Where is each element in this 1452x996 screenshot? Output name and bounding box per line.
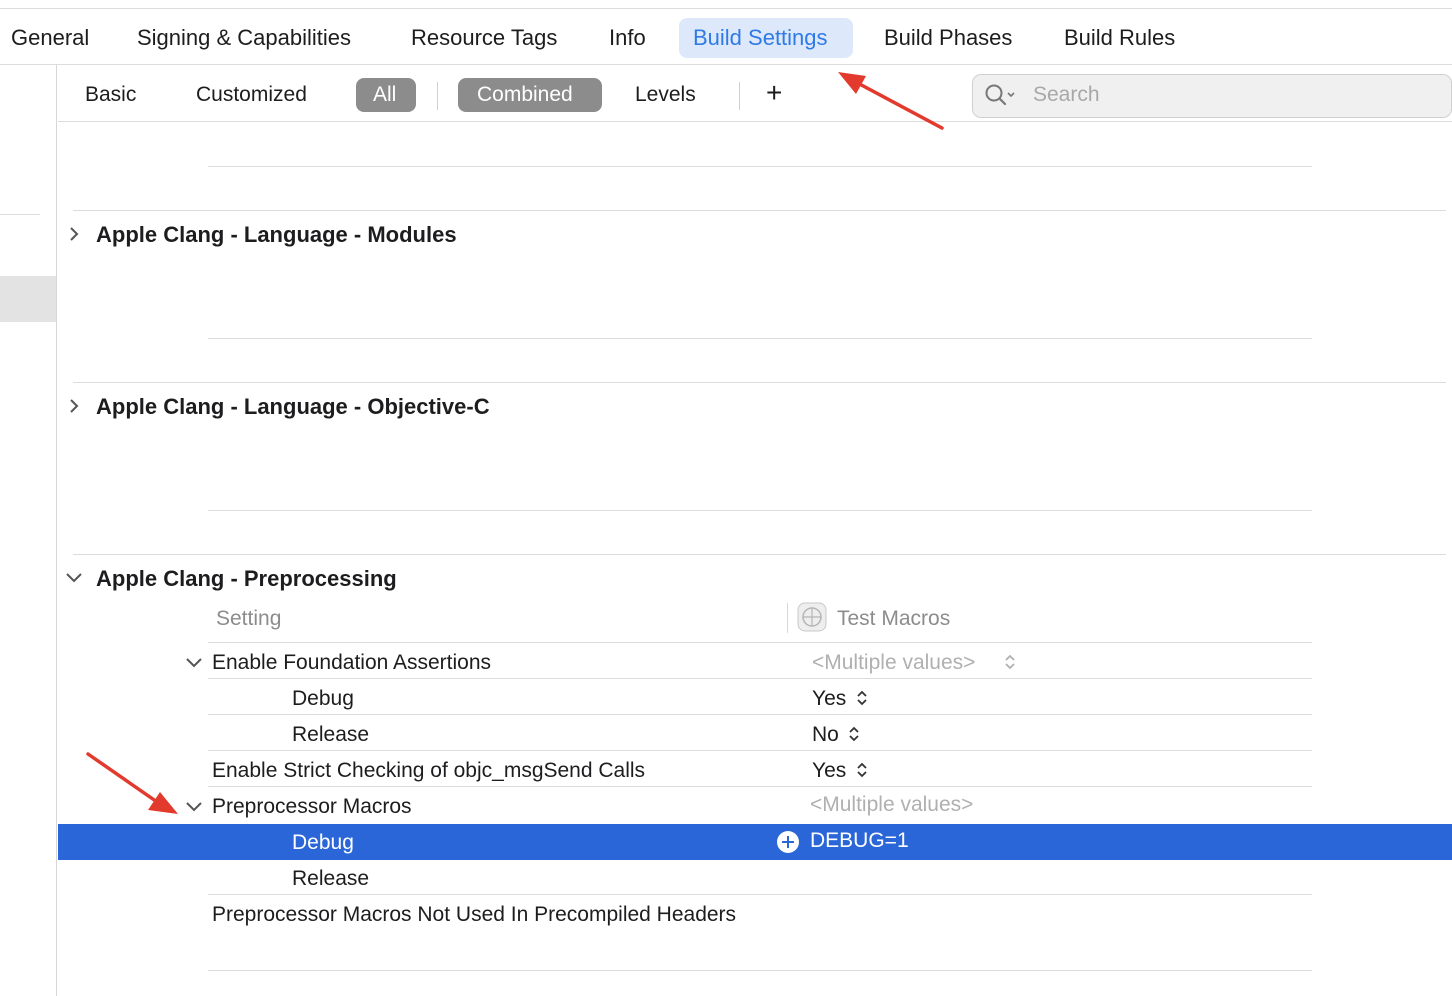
target-app-icon — [797, 602, 827, 632]
tab-general[interactable]: General — [11, 24, 89, 52]
section-divider — [73, 210, 1446, 211]
add-value-plus-icon[interactable] — [777, 831, 799, 853]
disclosure-chevron-right-icon[interactable] — [66, 225, 82, 243]
filter-all[interactable]: All — [373, 81, 396, 109]
section-title-objc: Apple Clang - Language - Objective-C — [96, 394, 490, 419]
column-header-setting[interactable]: Setting — [216, 605, 281, 633]
setting-preprocessor-macros[interactable]: Preprocessor Macros — [212, 793, 412, 821]
disclosure-chevron-right-icon[interactable] — [66, 397, 82, 415]
tab-signing-capabilities[interactable]: Signing & Capabilities — [137, 24, 351, 52]
value-foundation-release[interactable]: No — [812, 721, 839, 749]
search-input[interactable]: Search — [1033, 81, 1100, 109]
stepper-arrows-icon[interactable] — [848, 725, 860, 743]
row-divider — [208, 714, 1312, 715]
annotation-arrow-icon — [86, 752, 178, 814]
value-strict-objc-msgsend[interactable]: Yes — [812, 757, 846, 785]
setting-enable-foundation-assertions[interactable]: Enable Foundation Assertions — [212, 649, 491, 677]
sidebar-divider — [56, 65, 57, 996]
section-divider — [73, 382, 1446, 383]
disclosure-chevron-down-icon[interactable] — [184, 655, 204, 671]
filter-separator — [437, 82, 438, 110]
disclosure-chevron-down-icon[interactable] — [64, 570, 84, 586]
filterbar-divider — [58, 121, 1452, 122]
sidebar-selected-item[interactable] — [0, 276, 56, 322]
section-title-preprocessing: Apple Clang - Preprocessing — [96, 566, 397, 591]
section-divider — [73, 554, 1446, 555]
row-divider — [208, 642, 1312, 643]
filter-separator — [739, 82, 740, 110]
row-divider — [208, 970, 1312, 971]
tabbar-divider — [0, 64, 1452, 65]
tab-resource-tags[interactable]: Resource Tags — [411, 24, 557, 52]
top-border — [0, 8, 1452, 9]
add-setting-button[interactable]: + — [766, 79, 782, 107]
setting-macros-debug[interactable]: Debug — [292, 829, 354, 857]
row-divider — [208, 678, 1312, 679]
setting-strict-objc-msgsend[interactable]: Enable Strict Checking of objc_msgSend C… — [212, 757, 645, 785]
row-divider — [208, 166, 1312, 167]
column-separator — [787, 603, 788, 633]
annotation-arrow-icon — [838, 72, 944, 130]
row-divider — [208, 786, 1312, 787]
section-title-modules: Apple Clang - Language - Modules — [96, 222, 457, 247]
value-foundation-assertions[interactable]: <Multiple values> — [812, 649, 975, 677]
value-preprocessor-macros[interactable]: <Multiple values> — [810, 791, 973, 819]
row-divider — [208, 338, 1312, 339]
view-combined[interactable]: Combined — [477, 81, 573, 109]
sidebar-separator — [0, 214, 40, 215]
disclosure-chevron-down-icon[interactable] — [184, 799, 204, 815]
stepper-arrows-icon[interactable] — [856, 689, 868, 707]
setting-macros-not-used-pch[interactable]: Preprocessor Macros Not Used In Precompi… — [212, 901, 736, 929]
row-divider — [208, 510, 1312, 511]
value-foundation-debug[interactable]: Yes — [812, 685, 846, 713]
value-macros-debug[interactable]: DEBUG=1 — [810, 827, 909, 855]
setting-foundation-release[interactable]: Release — [292, 721, 369, 749]
column-header-target[interactable]: Test Macros — [837, 605, 950, 633]
tab-build-rules[interactable]: Build Rules — [1064, 24, 1175, 52]
tab-build-settings[interactable]: Build Settings — [693, 24, 828, 52]
stepper-arrows-icon[interactable] — [1004, 653, 1016, 671]
tab-build-phases[interactable]: Build Phases — [884, 24, 1012, 52]
setting-macros-release[interactable]: Release — [292, 865, 369, 893]
filter-basic[interactable]: Basic — [85, 81, 136, 109]
row-divider — [208, 894, 1312, 895]
selected-row-macros-debug[interactable] — [58, 824, 1452, 860]
search-icon — [985, 84, 1015, 106]
stepper-arrows-icon[interactable] — [856, 761, 868, 779]
tab-info[interactable]: Info — [609, 24, 646, 52]
filter-customized[interactable]: Customized — [196, 81, 307, 109]
view-levels[interactable]: Levels — [635, 81, 696, 109]
row-divider — [208, 750, 1312, 751]
setting-foundation-debug[interactable]: Debug — [292, 685, 354, 713]
